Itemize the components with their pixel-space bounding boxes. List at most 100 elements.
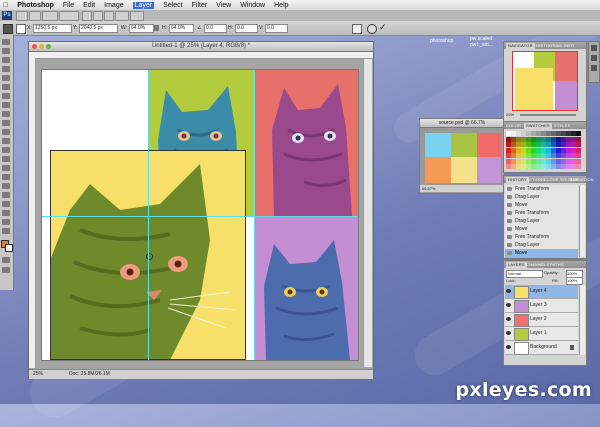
menu-help[interactable]: Help <box>274 2 288 9</box>
navigator-zoom[interactable]: 25% <box>506 112 514 117</box>
screen-mode-button[interactable] <box>130 11 144 21</box>
shape-tool-icon[interactable] <box>2 192 10 198</box>
tab-styles[interactable]: STYLES <box>554 123 571 128</box>
color-swatch[interactable] <box>576 164 581 169</box>
visibility-eye-icon[interactable] <box>506 289 511 293</box>
cancel-transform-icon[interactable] <box>367 24 377 34</box>
tab-paths[interactable]: PATHS <box>550 262 564 267</box>
apple-icon[interactable]:  <box>3 2 8 9</box>
color-swatch[interactable] <box>576 131 581 136</box>
layers-scrollbar[interactable] <box>579 285 585 355</box>
source-swatch-green[interactable] <box>451 133 477 157</box>
rotate-view-button[interactable] <box>104 11 114 21</box>
fill-field[interactable]: 100% <box>566 277 583 285</box>
layer-row[interactable]: Layer 3 <box>505 299 578 313</box>
warp-mode-icon[interactable] <box>352 24 362 34</box>
zoom-tool-button[interactable] <box>93 11 103 21</box>
desktop-file-label[interactable]: pw1_stri... <box>470 42 493 48</box>
red-cat-tile[interactable] <box>254 70 358 216</box>
v-skew-field[interactable]: 0.0 <box>265 24 288 33</box>
color-swatch[interactable] <box>576 142 581 147</box>
menu-edit[interactable]: Edit <box>83 2 95 9</box>
zoom-level-button[interactable] <box>59 11 79 21</box>
minimize-window-icon[interactable] <box>39 44 44 49</box>
source-swatch-orange[interactable] <box>425 157 451 183</box>
visibility-eye-icon[interactable] <box>506 331 511 335</box>
h-skew-field[interactable]: 0.0 <box>235 24 258 33</box>
height-field[interactable]: 64.0% <box>169 24 194 33</box>
navigator-preview[interactable] <box>512 51 578 111</box>
menu-window[interactable]: Window <box>240 2 265 9</box>
layer-row-selected[interactable]: Layer 4 <box>505 285 578 299</box>
quick-mask-icon[interactable] <box>2 257 10 263</box>
tab-info[interactable]: INFO <box>564 43 574 48</box>
guide-horizontal[interactable] <box>42 216 358 217</box>
close-window-icon[interactable] <box>32 44 37 49</box>
dock-panel-icon[interactable] <box>591 45 597 51</box>
tab-channels[interactable]: CHANNELS <box>526 262 549 267</box>
menu-image[interactable]: Image <box>104 2 123 9</box>
hand-tool-button[interactable] <box>82 11 92 21</box>
tab-histogram[interactable]: HISTOGRAM <box>536 43 562 48</box>
arrange-documents-button[interactable] <box>115 11 129 21</box>
layer-row[interactable]: Background <box>505 341 578 355</box>
source-swatch-yellow[interactable] <box>451 157 477 183</box>
link-icon[interactable] <box>154 25 159 31</box>
quick-select-tool-icon[interactable] <box>2 66 10 72</box>
move-tool-icon[interactable] <box>2 39 10 45</box>
document-zoom-value[interactable]: 25% <box>33 370 43 379</box>
swatch-grid[interactable] <box>506 131 584 171</box>
guide-vertical[interactable] <box>148 70 149 360</box>
menu-layer[interactable]: Layer <box>132 1 155 9</box>
type-tool-icon[interactable] <box>2 174 10 180</box>
menu-file[interactable]: File <box>63 2 74 9</box>
document-vertical-scrollbar[interactable] <box>363 59 372 367</box>
hand-tool-icon[interactable] <box>2 219 10 225</box>
guide-vertical[interactable] <box>254 70 255 360</box>
source-title-bar[interactable]: source.psd @ 66.7% <box>420 119 504 128</box>
blur-tool-icon[interactable] <box>2 147 10 153</box>
history-item-selected[interactable]: Move <box>505 249 578 258</box>
source-swatch-purple[interactable] <box>477 157 501 183</box>
dodge-tool-icon[interactable] <box>2 156 10 162</box>
path-select-tool-icon[interactable] <box>2 183 10 189</box>
y-field[interactable]: 2040.5 px <box>79 24 118 33</box>
visibility-eye-icon[interactable] <box>506 345 511 349</box>
zoom-window-icon[interactable] <box>46 44 51 49</box>
3d-orbit-tool-icon[interactable] <box>2 210 10 216</box>
screen-mode-icon[interactable] <box>2 267 10 273</box>
eyedropper-tool-icon[interactable] <box>2 84 10 90</box>
color-swatch[interactable] <box>576 136 581 142</box>
tab-actions[interactable]: ACTIONS <box>526 177 545 182</box>
dock-panel-icon[interactable] <box>591 55 597 61</box>
menu-app-name[interactable]: Photoshop <box>17 2 54 9</box>
blend-mode-select[interactable]: Normal <box>506 270 543 278</box>
layer-row[interactable]: Layer 2 <box>505 313 578 327</box>
healing-brush-tool-icon[interactable] <box>2 93 10 99</box>
tab-color[interactable]: COLOR <box>506 123 521 128</box>
vertical-ruler[interactable] <box>29 58 36 368</box>
color-swatch[interactable] <box>576 153 581 158</box>
purple-cat-tile[interactable] <box>254 216 358 360</box>
dock-panel-icon[interactable] <box>591 65 597 71</box>
clone-stamp-tool-icon[interactable] <box>2 111 10 117</box>
lasso-tool-icon[interactable] <box>2 57 10 63</box>
eraser-tool-icon[interactable] <box>2 129 10 135</box>
navigator-zoom-slider[interactable] <box>520 114 576 116</box>
reference-point-icon[interactable] <box>16 24 26 34</box>
color-swatch[interactable] <box>576 158 581 164</box>
color-swatch[interactable] <box>576 147 581 153</box>
background-color-swatch[interactable] <box>5 244 13 252</box>
mini-bridge-button[interactable] <box>29 11 41 21</box>
canvas[interactable] <box>42 70 358 360</box>
menu-view[interactable]: View <box>216 2 231 9</box>
history-scrollbar[interactable] <box>579 185 585 257</box>
3d-rotate-tool-icon[interactable] <box>2 201 10 207</box>
desktop-file-label[interactable]: photoshop <box>430 38 453 44</box>
x-field[interactable]: 1250.5 px <box>33 24 72 33</box>
angle-field[interactable]: 0.0 <box>204 24 227 33</box>
document-title-bar[interactable]: Untitled-1 @ 25% (Layer 4, RGB/8) * <box>29 42 373 52</box>
menu-select[interactable]: Select <box>163 2 182 9</box>
transform-tool-icon[interactable] <box>3 24 13 34</box>
visibility-eye-icon[interactable] <box>506 303 511 307</box>
